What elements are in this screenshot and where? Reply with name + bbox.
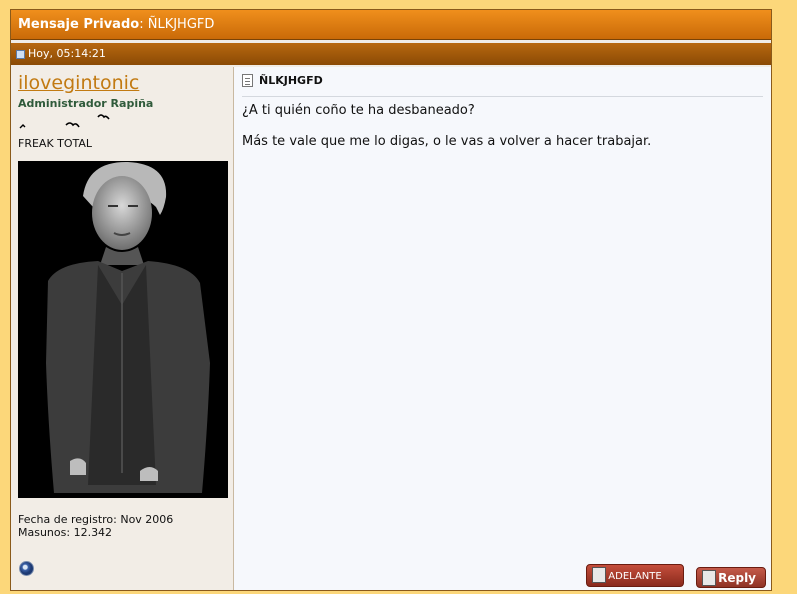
user-rank: FREAK TOTAL — [18, 137, 93, 150]
title-separator: : — [139, 17, 144, 32]
user-title: Administrador Rapiña — [18, 97, 154, 110]
message-title: ÑLKJHGFD — [242, 74, 763, 97]
reply-button[interactable]: Reply — [696, 567, 766, 588]
title-subject: ÑLKJHGFD — [147, 17, 215, 32]
message-column: ÑLKJHGFD ¿A ti quién coño te ha desbanea… — [234, 67, 771, 590]
online-status-icon — [19, 561, 34, 576]
user-stats: Fecha de registro: Nov 2006 Masunos: 12.… — [18, 513, 173, 539]
forward-icon — [592, 567, 606, 583]
message-line: Más te vale que me lo digas, o le vas a … — [242, 134, 652, 149]
document-icon — [242, 74, 253, 87]
post-date: Hoy, 05:14:21 — [28, 47, 106, 60]
username-link[interactable]: ilovegintonic — [18, 72, 139, 94]
reply-label: Reply — [718, 571, 756, 585]
join-date: Fecha de registro: Nov 2006 — [18, 513, 174, 526]
reply-icon — [702, 570, 716, 586]
message-body: ¿A ti quién coño te ha desbaneado? Más t… — [242, 103, 651, 165]
forward-button[interactable]: ADELANTE — [586, 564, 684, 587]
user-info-column: ilovegintonic Administrador Rapiña FREAK… — [11, 67, 234, 590]
message-title-text: ÑLKJHGFD — [259, 74, 323, 87]
rank-image — [19, 114, 110, 129]
message-line: ¿A ti quién coño te ha desbaneado? — [242, 103, 475, 118]
private-message-panel: Mensaje Privado: ÑLKJHGFD Hoy, 05:14:21 … — [10, 9, 772, 591]
title-label: Mensaje Privado — [18, 17, 140, 32]
post-count: Masunos: 12.342 — [18, 526, 113, 539]
user-avatar — [18, 161, 228, 498]
forward-label: ADELANTE — [608, 571, 662, 582]
title-bar: Mensaje Privado: ÑLKJHGFD — [11, 10, 771, 40]
date-bar: Hoy, 05:14:21 — [11, 43, 771, 65]
post-icon — [16, 49, 25, 59]
